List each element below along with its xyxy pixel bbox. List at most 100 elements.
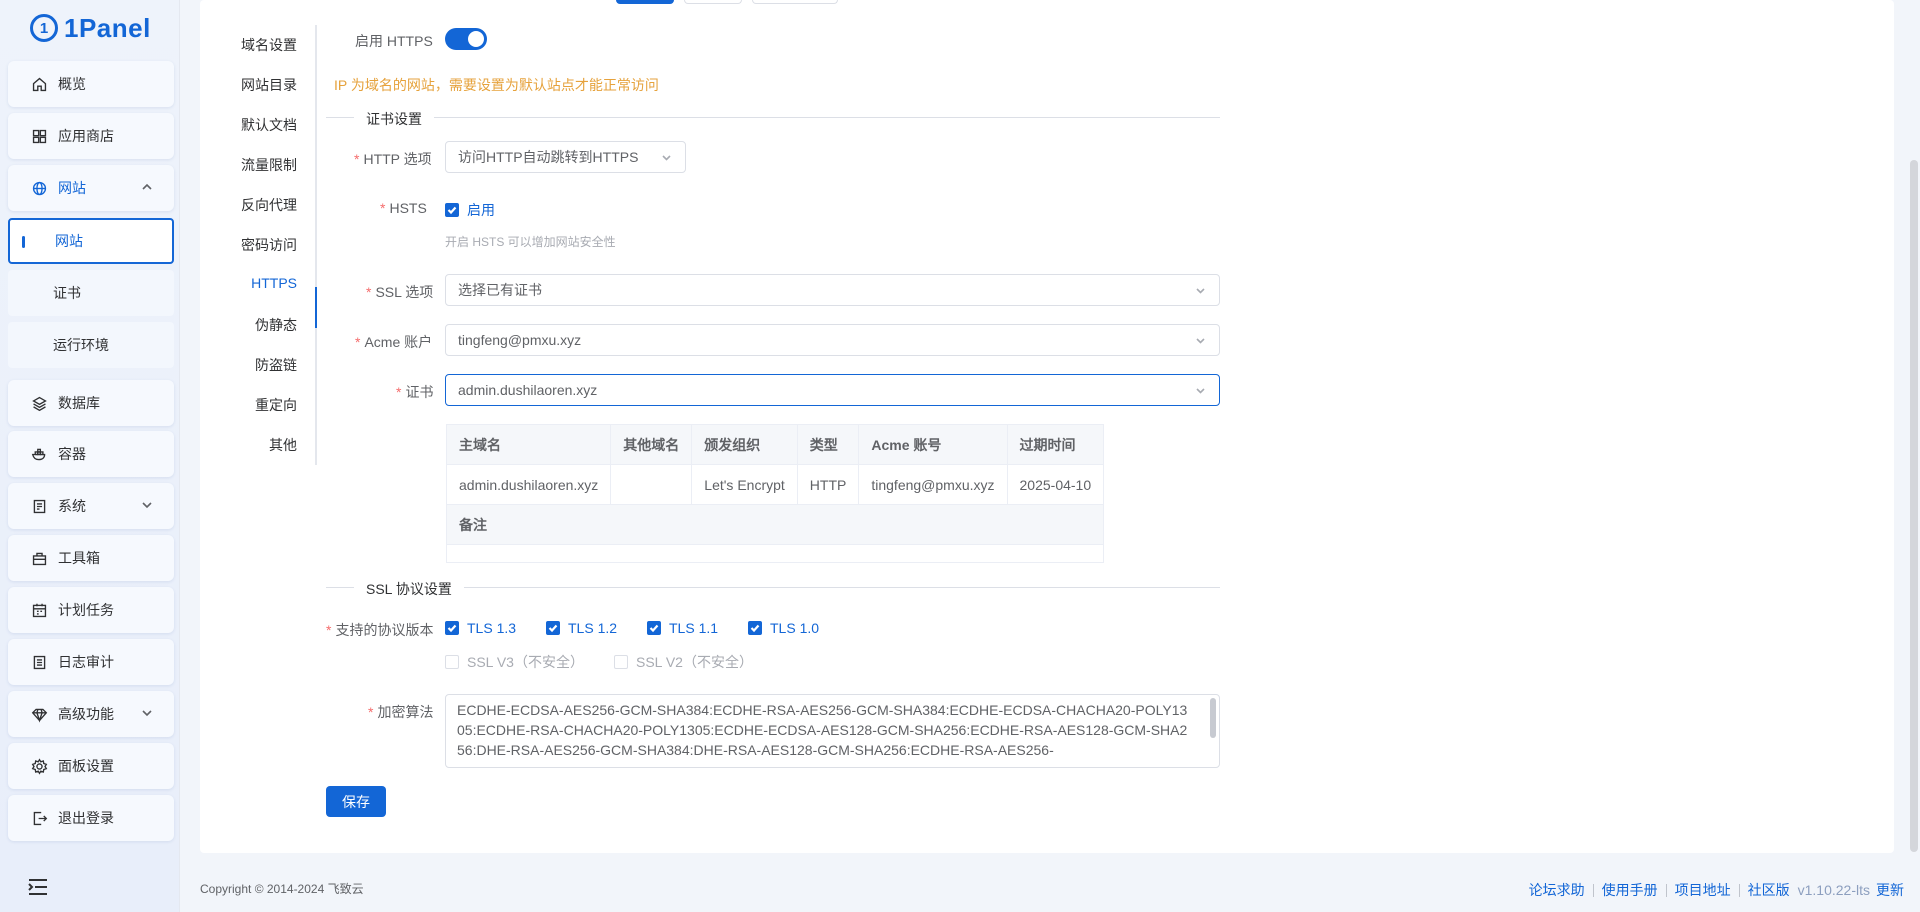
note-value — [445, 544, 1105, 563]
http-option-select[interactable]: 访问HTTP自动跳转到HTTPS — [445, 141, 686, 173]
link-forum[interactable]: 论坛求助 — [1529, 880, 1585, 900]
docker-icon — [30, 445, 48, 463]
sidebar-subitem-certificate[interactable]: 证书 — [8, 270, 174, 316]
col-issuer: 颁发组织 — [691, 424, 798, 465]
globe-icon — [30, 179, 48, 197]
settings-tabs: 域名设置 网站目录 默认文档 流量限制 反向代理 密码访问 HTTPS 伪静态 … — [200, 25, 317, 465]
sidebar-item-label: 数据库 — [58, 395, 100, 411]
tab-rewrite[interactable]: 伪静态 — [255, 315, 297, 335]
tab-reverse-proxy[interactable]: 反向代理 — [241, 195, 297, 215]
page-scrollbar[interactable] — [1908, 160, 1920, 852]
tab-anti-leech[interactable]: 防盗链 — [255, 355, 297, 375]
sidebar-item-panel-settings[interactable]: 面板设置 — [8, 743, 174, 789]
table-header-row: 主域名 其他域名 颁发组织 类型 Acme 账号 过期时间 — [445, 424, 1105, 465]
tab-domain[interactable]: 域名设置 — [241, 35, 297, 55]
https-switch[interactable] — [445, 28, 487, 50]
cell-expire-time: 2025-04-10 — [1006, 464, 1105, 505]
table-note-header-row: 备注 — [445, 504, 1105, 545]
sidebar-item-label: 容器 — [58, 446, 86, 462]
sidebar-subitem-website[interactable]: 网站 — [8, 218, 174, 264]
tab-redirect[interactable]: 重定向 — [255, 395, 297, 415]
header-button-edges — [616, 0, 838, 4]
grid-icon — [30, 127, 48, 145]
check-icon — [748, 621, 762, 635]
cipher-value: ECDHE-ECDSA-AES256-GCM-SHA384:ECDHE-RSA-… — [457, 702, 1188, 758]
chevron-down-icon — [1194, 284, 1207, 297]
sidebar-item-system[interactable]: 系统 — [8, 483, 174, 529]
tab-other[interactable]: 其他 — [269, 435, 297, 455]
menu-collapse-icon[interactable] — [28, 878, 48, 896]
logout-icon — [30, 809, 48, 827]
sidebar-item-database[interactable]: 数据库 — [8, 380, 174, 426]
gear-icon — [30, 757, 48, 775]
sidebar-item-website[interactable]: 网站 — [8, 165, 174, 211]
cell-acme-account: tingfeng@pmxu.xyz — [858, 464, 1008, 505]
hsts-label: * HSTS — [380, 200, 427, 216]
col-acme-account: Acme 账号 — [858, 424, 1008, 465]
toolbox-icon — [30, 549, 48, 567]
tab-rate-limit[interactable]: 流量限制 — [241, 155, 297, 175]
certificate-label: * 证书 — [396, 384, 434, 400]
tls12-checkbox[interactable]: TLS 1.2 — [546, 620, 617, 636]
tls13-label: TLS 1.3 — [467, 620, 517, 636]
col-expire-time: 过期时间 — [1006, 424, 1105, 465]
link-manual[interactable]: 使用手册 — [1602, 880, 1658, 900]
acme-account-select[interactable]: tingfeng@pmxu.xyz — [445, 324, 1220, 356]
tab-password-access[interactable]: 密码访问 — [241, 235, 297, 255]
sidebar-item-log-audit[interactable]: 日志审计 — [8, 639, 174, 685]
chevron-down-icon — [1194, 334, 1207, 347]
link-community-edition[interactable]: 社区版 — [1748, 880, 1790, 900]
footer-separator — [1665, 883, 1667, 897]
tab-site-directory[interactable]: 网站目录 — [241, 75, 297, 95]
tls11-checkbox[interactable]: TLS 1.1 — [647, 620, 718, 636]
sidebar-subitem-label: 证书 — [53, 285, 81, 301]
sidebar-item-overview[interactable]: 概览 — [8, 61, 174, 107]
sidebar-subitem-runtime[interactable]: 运行环境 — [8, 322, 174, 368]
top-button-edge[interactable] — [684, 0, 742, 4]
link-project[interactable]: 项目地址 — [1675, 880, 1731, 900]
tab-default-doc[interactable]: 默认文档 — [241, 115, 297, 135]
ssl-section-title: SSL 协议设置 — [354, 579, 464, 599]
tls10-checkbox[interactable]: TLS 1.0 — [748, 620, 819, 636]
sidebar-subitem-label: 网站 — [55, 233, 83, 249]
sidebar-item-advanced[interactable]: 高级功能 — [8, 691, 174, 737]
sidebar-item-label: 日志审计 — [58, 654, 114, 670]
check-icon — [546, 621, 560, 635]
top-button-edge[interactable] — [752, 0, 838, 4]
certificate-select[interactable]: admin.dushilaoren.xyz — [445, 374, 1220, 406]
sidebar-item-label: 计划任务 — [58, 602, 114, 618]
copyright: Copyright © 2014-2024 飞致云 — [200, 882, 364, 896]
top-button-edge[interactable] — [616, 0, 674, 4]
table-note-row — [445, 544, 1105, 563]
sidebar-item-logout[interactable]: 退出登录 — [8, 795, 174, 841]
sidebar-item-toolbox[interactable]: 工具箱 — [8, 535, 174, 581]
log-icon — [30, 653, 48, 671]
footer-separator — [1592, 883, 1594, 897]
https-label: 启用 HTTPS — [355, 33, 433, 49]
tls11-label: TLS 1.1 — [669, 620, 719, 636]
sslv2-checkbox[interactable]: SSL V2（不安全） — [614, 652, 753, 672]
acme-account-label: * Acme 账户 — [355, 334, 433, 350]
link-update[interactable]: 更新 — [1876, 880, 1904, 900]
hsts-checkbox[interactable]: 启用 — [445, 200, 495, 220]
sidebar-item-app-store[interactable]: 应用商店 — [8, 113, 174, 159]
cipher-textarea[interactable]: ECDHE-ECDSA-AES256-GCM-SHA384:ECDHE-RSA-… — [445, 694, 1220, 768]
certificate-value: admin.dushilaoren.xyz — [458, 382, 598, 398]
ssl-option-select[interactable]: 选择已有证书 — [445, 274, 1220, 306]
sidebar: 1 1Panel 概览 应用商店 网站 网站 证书 运行环境 数据库 容器 系统… — [0, 0, 180, 912]
sslv3-checkbox[interactable]: SSL V3（不安全） — [445, 652, 584, 672]
sslv3-label: SSL V3（不安全） — [467, 654, 584, 670]
sidebar-item-label: 网站 — [58, 180, 86, 196]
sidebar-item-cronjob[interactable]: 计划任务 — [8, 587, 174, 633]
ssl-option-label: * SSL 选项 — [366, 284, 434, 300]
tls13-checkbox[interactable]: TLS 1.3 — [445, 620, 516, 636]
save-button[interactable]: 保存 — [326, 786, 386, 817]
cipher-label: * 加密算法 — [368, 704, 434, 720]
sidebar-item-label: 概览 — [58, 76, 86, 92]
textarea-scrollbar[interactable] — [1210, 698, 1216, 738]
brand-logo[interactable]: 1 1Panel — [30, 10, 151, 46]
sidebar-item-container[interactable]: 容器 — [8, 431, 174, 477]
cell-other-domains — [610, 464, 693, 505]
tab-https[interactable]: HTTPS — [251, 275, 297, 291]
chevron-up-icon — [140, 180, 154, 194]
